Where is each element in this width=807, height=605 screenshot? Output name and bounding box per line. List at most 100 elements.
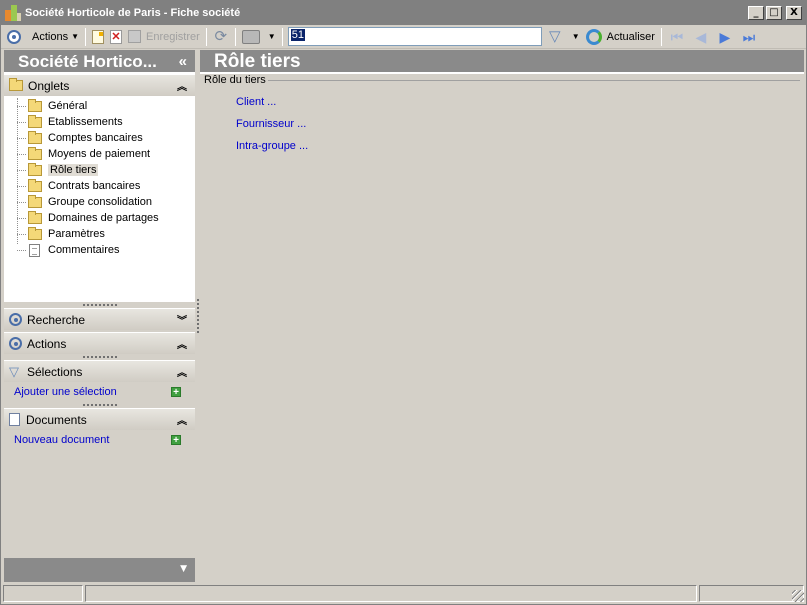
folder-icon xyxy=(28,194,42,208)
refresh-label: Actualiser xyxy=(606,30,655,43)
toolbar-separator xyxy=(234,27,236,46)
delete-button[interactable]: ✕ xyxy=(107,26,125,48)
expand-down-icon[interactable]: ︾ xyxy=(177,312,187,327)
new-button[interactable] xyxy=(89,26,107,48)
status-cell xyxy=(85,585,697,602)
actions-icon xyxy=(7,29,21,44)
main-content: Rôle tiers Rôle du tiers Client ... Four… xyxy=(200,50,804,582)
toolbar-separator xyxy=(85,27,86,46)
tree-item-label: Commentaires xyxy=(48,244,120,256)
add-selection-link[interactable]: Ajouter une sélection + xyxy=(4,382,195,402)
group-rule xyxy=(267,79,800,81)
tree-item-label: Domaines de partages xyxy=(48,212,159,224)
last-record-button[interactable]: ⏭ xyxy=(737,26,761,48)
page-title: Rôle tiers xyxy=(200,50,804,74)
tree-item-label: Comptes bancaires xyxy=(48,132,143,144)
status-cell xyxy=(3,585,83,602)
folder-icon xyxy=(9,78,23,91)
app-window: Société Horticole de Paris - Fiche socié… xyxy=(0,0,807,605)
add-icon[interactable]: + xyxy=(171,387,181,398)
tree-item-groupe-consolidation[interactable]: Groupe consolidation xyxy=(4,194,195,210)
refresh-icon xyxy=(585,28,602,45)
collapse-panel-icon[interactable]: « xyxy=(179,50,187,74)
first-record-button[interactable]: ⏮ xyxy=(665,26,689,48)
role-group-title: Rôle du tiers xyxy=(204,74,266,86)
filter-button[interactable]: ▽ xyxy=(544,26,566,48)
title-bar[interactable]: Société Horticole de Paris - Fiche socié… xyxy=(1,1,806,25)
search-input[interactable]: 51 xyxy=(287,27,542,46)
role-link-client[interactable]: Client ... xyxy=(236,96,804,108)
next-icon: ▶ xyxy=(719,28,731,45)
refresh-button[interactable]: Actualiser xyxy=(583,26,658,48)
role-group: Rôle du tiers xyxy=(204,74,804,86)
tree-item-parametres[interactable]: Paramètres xyxy=(4,226,195,242)
status-bar xyxy=(1,583,806,604)
tree-item-commentaires[interactable]: Commentaires xyxy=(4,242,195,258)
status-cell xyxy=(699,585,804,602)
actions-dropdown[interactable]: Actions ▼ xyxy=(24,26,82,48)
chevron-down-icon: ▼ xyxy=(267,32,276,41)
save-label: Enregistrer xyxy=(146,30,200,43)
next-record-button[interactable]: ▶ xyxy=(713,26,737,48)
toolbar-separator xyxy=(660,27,662,46)
panel-splitter[interactable] xyxy=(197,299,199,333)
window-resize-grip[interactable] xyxy=(792,590,804,602)
window-title: Société Horticole de Paris - Fiche socié… xyxy=(25,7,241,19)
new-document-link[interactable]: Nouveau document + xyxy=(4,430,195,450)
toolbar-separator xyxy=(281,27,283,46)
tree-item-general[interactable]: Général xyxy=(4,98,195,114)
folder-icon xyxy=(28,114,42,128)
tree-item-comptes-bancaires[interactable]: Comptes bancaires xyxy=(4,130,195,146)
tabs-section-header[interactable]: Onglets ︽ xyxy=(4,74,195,96)
save-button[interactable]: Enregistrer xyxy=(125,26,203,48)
documents-section-header[interactable]: Documents ︽ xyxy=(4,408,195,430)
add-icon[interactable]: + xyxy=(171,435,181,446)
actions-section-header[interactable]: Actions ︽ xyxy=(4,332,195,354)
folder-icon xyxy=(28,146,42,160)
search-section-icon xyxy=(9,313,22,326)
minimize-button[interactable]: _ xyxy=(748,6,764,20)
previous-record-button[interactable]: ◀ xyxy=(689,26,713,48)
filter-dropdown[interactable]: ▼ xyxy=(566,26,583,48)
tree-item-moyens-paiement[interactable]: Moyens de paiement xyxy=(4,146,195,162)
left-panel: Société Hortico... « Onglets ︽ Général E… xyxy=(4,50,195,582)
collapse-up-icon[interactable]: ︽ xyxy=(177,412,187,427)
first-icon: ⏮ xyxy=(670,28,684,45)
tree-item-role-tiers[interactable]: Rôle tiers xyxy=(4,162,195,178)
tree-item-label: Groupe consolidation xyxy=(48,196,152,208)
documents-section-title: Documents xyxy=(26,412,87,427)
close-button[interactable]: X xyxy=(786,6,802,20)
tree-item-domaines-partages[interactable]: Domaines de partages xyxy=(4,210,195,226)
tree-item-etablissements[interactable]: Etablissements xyxy=(4,114,195,130)
collapse-up-icon[interactable]: ︽ xyxy=(177,364,187,379)
search-value: 51 xyxy=(290,29,305,41)
folder-icon xyxy=(28,98,42,112)
printer-icon xyxy=(241,29,260,44)
search-section-header[interactable]: Recherche ︾ xyxy=(4,308,195,330)
sync-button[interactable]: ⟳ xyxy=(210,26,232,48)
tree-item-contrats-bancaires[interactable]: Contrats bancaires xyxy=(4,178,195,194)
actions-menu-button[interactable] xyxy=(1,26,24,48)
toolbar: Actions ▼ ✕ Enregistrer ⟳ ▼ 51 ▽ ▼ Actua… xyxy=(1,25,806,49)
left-panel-footer[interactable]: ▼ xyxy=(4,558,195,582)
search-section-title: Recherche xyxy=(27,312,86,327)
folder-icon xyxy=(28,130,42,144)
page-icon xyxy=(29,243,40,257)
maximize-button[interactable]: □ xyxy=(766,6,782,20)
collapse-up-icon[interactable]: ︽ xyxy=(177,78,187,93)
last-icon: ⏭ xyxy=(742,28,756,45)
collapse-up-icon[interactable]: ︽ xyxy=(177,336,187,351)
previous-icon: ◀ xyxy=(695,28,707,45)
print-button[interactable]: ▼ xyxy=(239,26,279,48)
folder-open-icon xyxy=(28,162,42,176)
selections-section-header[interactable]: ▽ Sélections ︽ xyxy=(4,360,195,382)
toolbar-separator xyxy=(205,27,207,46)
role-link-intra-groupe[interactable]: Intra-groupe ... xyxy=(236,140,804,152)
company-name: Société Hortico... xyxy=(18,52,157,71)
document-icon xyxy=(9,413,20,426)
role-link-fournisseur[interactable]: Fournisseur ... xyxy=(236,118,804,130)
add-selection-label: Ajouter une sélection xyxy=(14,386,117,398)
tabs-section-title: Onglets xyxy=(28,78,70,93)
chevron-down-icon[interactable]: ▼ xyxy=(180,564,187,574)
tree-item-label: Paramètres xyxy=(48,228,105,240)
